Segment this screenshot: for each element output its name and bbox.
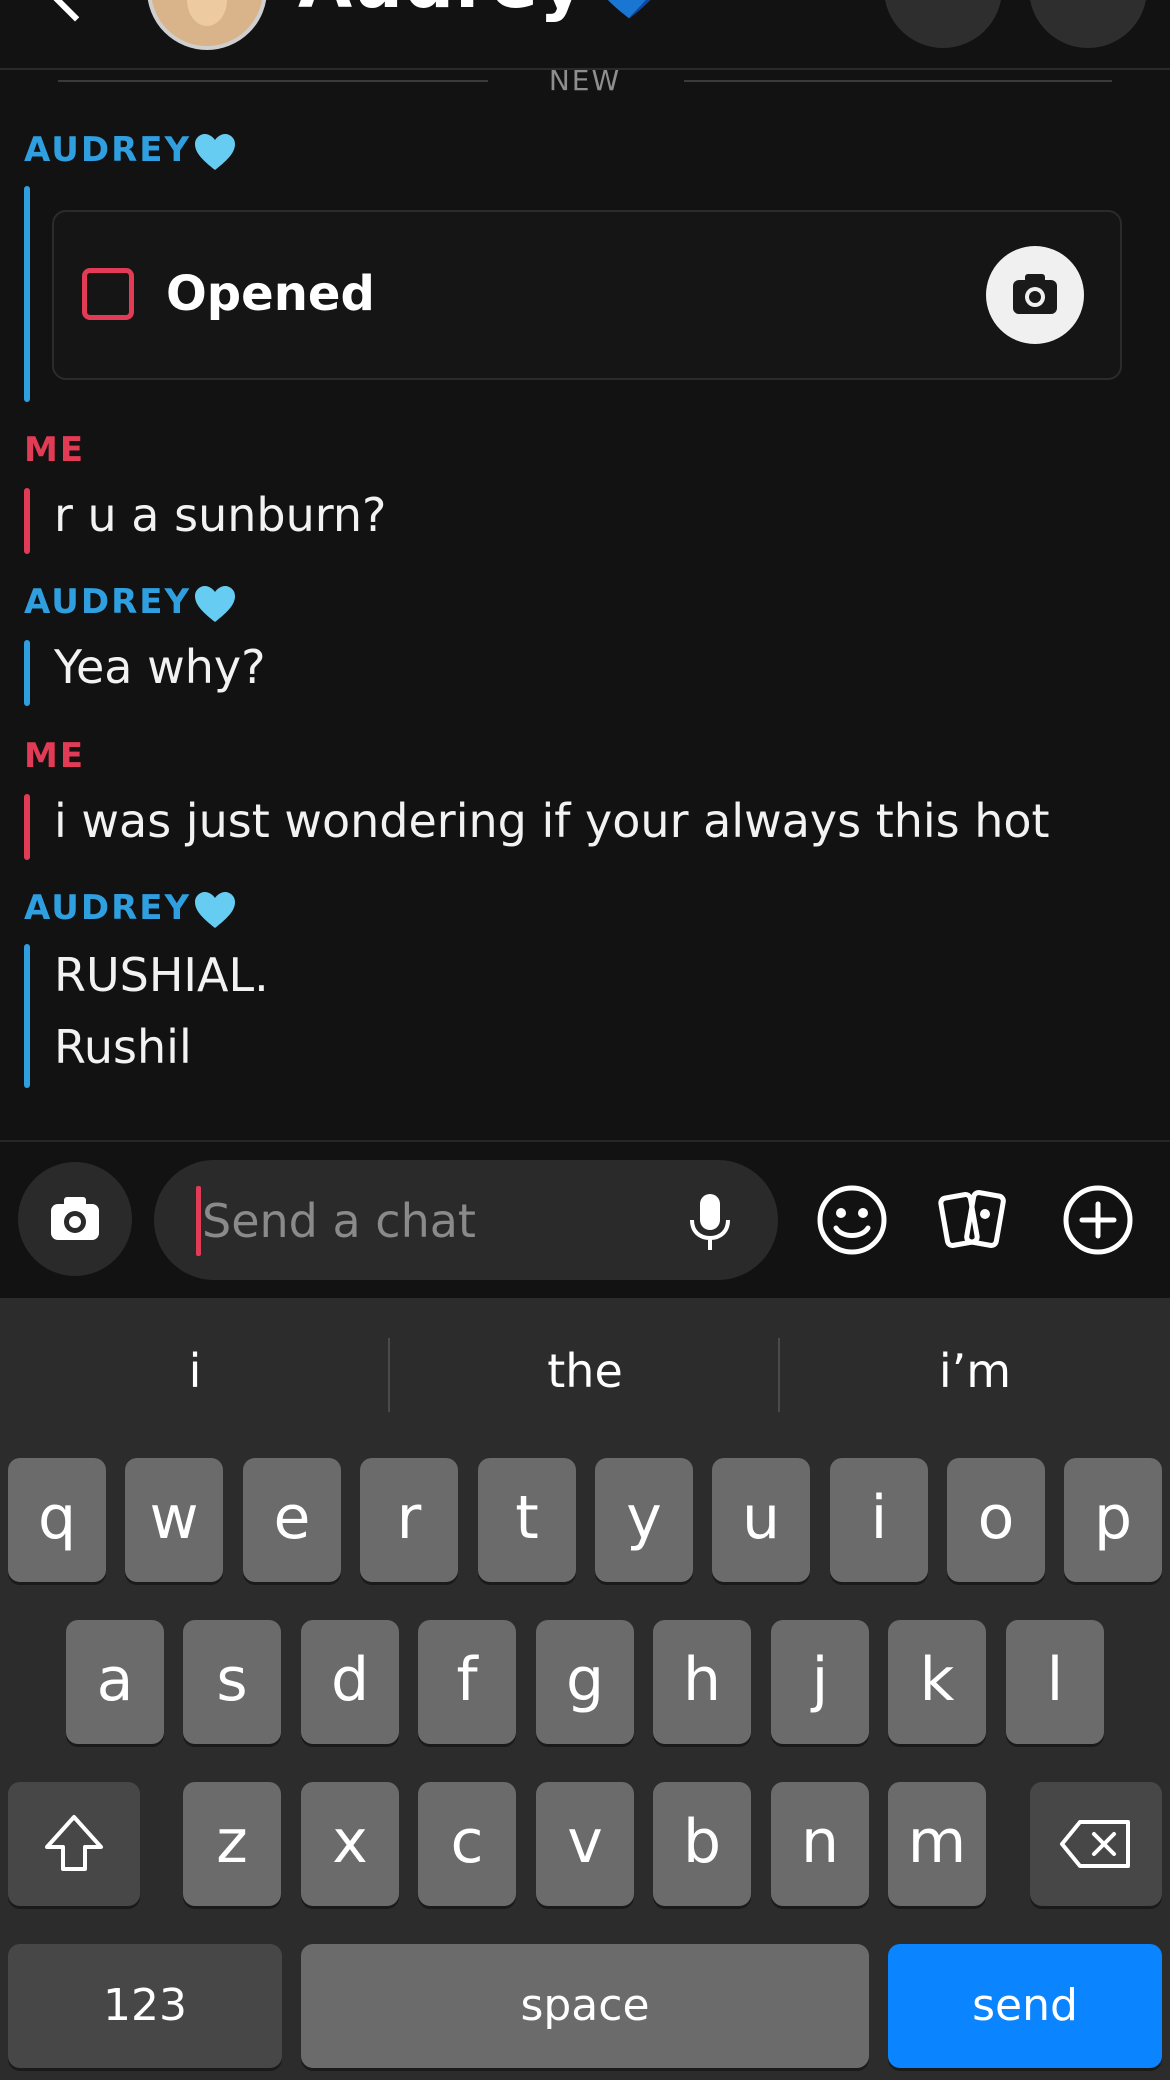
key[interactable]: v [536, 1782, 634, 1906]
key[interactable]: s [183, 1620, 281, 1744]
backspace-icon [1060, 1820, 1130, 1868]
key[interactable]: g [536, 1620, 634, 1744]
key[interactable]: r [360, 1458, 458, 1582]
key[interactable]: a [66, 1620, 164, 1744]
smiley-icon[interactable] [812, 1180, 892, 1260]
key[interactable]: b [653, 1782, 751, 1906]
key[interactable]: h [653, 1620, 751, 1744]
key[interactable]: j [771, 1620, 869, 1744]
key[interactable]: e [243, 1458, 341, 1582]
backspace-key[interactable] [1030, 1782, 1162, 1906]
numbers-key[interactable]: 123 [8, 1944, 282, 2068]
snap-message[interactable]: Opened [52, 210, 1122, 380]
message-bar [24, 488, 30, 554]
plus-circle-icon[interactable] [1058, 1180, 1138, 1260]
key[interactable]: p [1064, 1458, 1162, 1582]
message-bar [24, 640, 30, 706]
key[interactable]: k [888, 1620, 986, 1744]
chat-header: Audrey💙 [0, 0, 1170, 70]
text-caret [196, 1186, 201, 1256]
message-text: i was just wondering if your always this… [54, 794, 1050, 848]
heart-icon [195, 585, 236, 622]
send-key[interactable]: send [888, 1944, 1162, 2068]
key[interactable]: o [947, 1458, 1045, 1582]
message-text: RUSHIAL. [54, 948, 269, 1002]
key[interactable]: m [888, 1782, 986, 1906]
message-text: r u a sunburn? [54, 488, 387, 542]
avatar[interactable] [147, 0, 267, 50]
video-icon[interactable] [1029, 0, 1147, 48]
key[interactable]: c [418, 1782, 516, 1906]
message-text: Rushil [54, 1020, 192, 1074]
key[interactable]: z [183, 1782, 281, 1906]
shift-key[interactable] [8, 1782, 140, 1906]
key[interactable]: x [301, 1782, 399, 1906]
key[interactable]: w [125, 1458, 223, 1582]
back-chevron-icon[interactable] [42, 0, 108, 22]
heart-icon [195, 133, 236, 170]
new-divider: NEW [0, 62, 1170, 102]
suggestion[interactable]: i [0, 1344, 390, 1398]
chat-input[interactable]: Send a chat [154, 1160, 778, 1280]
message-bar [24, 944, 30, 1088]
compose-divider [0, 1140, 1170, 1142]
key[interactable]: i [830, 1458, 928, 1582]
sender-label: AUDREY [24, 888, 237, 930]
cards-icon[interactable] [934, 1180, 1014, 1260]
key[interactable]: u [712, 1458, 810, 1582]
microphone-icon[interactable] [684, 1190, 736, 1254]
sender-label: AUDREY [24, 130, 237, 172]
chat-input-placeholder: Send a chat [202, 1194, 476, 1248]
key[interactable]: l [1006, 1620, 1104, 1744]
key[interactable]: f [418, 1620, 516, 1744]
camera-icon[interactable] [986, 246, 1084, 344]
message-bar [24, 794, 30, 860]
sender-label: ME [24, 736, 86, 776]
space-key[interactable]: space [301, 1944, 869, 2068]
sender-label: ME [24, 430, 86, 470]
suggestion[interactable]: i’m [780, 1344, 1170, 1398]
heart-icon [195, 891, 236, 928]
message-bar [24, 186, 30, 402]
key[interactable]: d [301, 1620, 399, 1744]
key[interactable]: y [595, 1458, 693, 1582]
message-text: Yea why? [54, 640, 266, 694]
keyboard: i the i’m q w e r t y u i o p a s d f g … [0, 1298, 1170, 2080]
key[interactable]: q [8, 1458, 106, 1582]
shift-icon [45, 1815, 103, 1871]
contact-name[interactable]: Audrey💙 [298, 0, 674, 25]
sender-label: AUDREY [24, 582, 237, 624]
suggestion[interactable]: the [390, 1344, 780, 1398]
camera-icon[interactable] [18, 1162, 132, 1276]
snap-status: Opened [166, 266, 375, 322]
key[interactable]: t [478, 1458, 576, 1582]
key[interactable]: n [771, 1782, 869, 1906]
opened-snap-icon [82, 268, 134, 320]
phone-icon[interactable] [884, 0, 1002, 48]
